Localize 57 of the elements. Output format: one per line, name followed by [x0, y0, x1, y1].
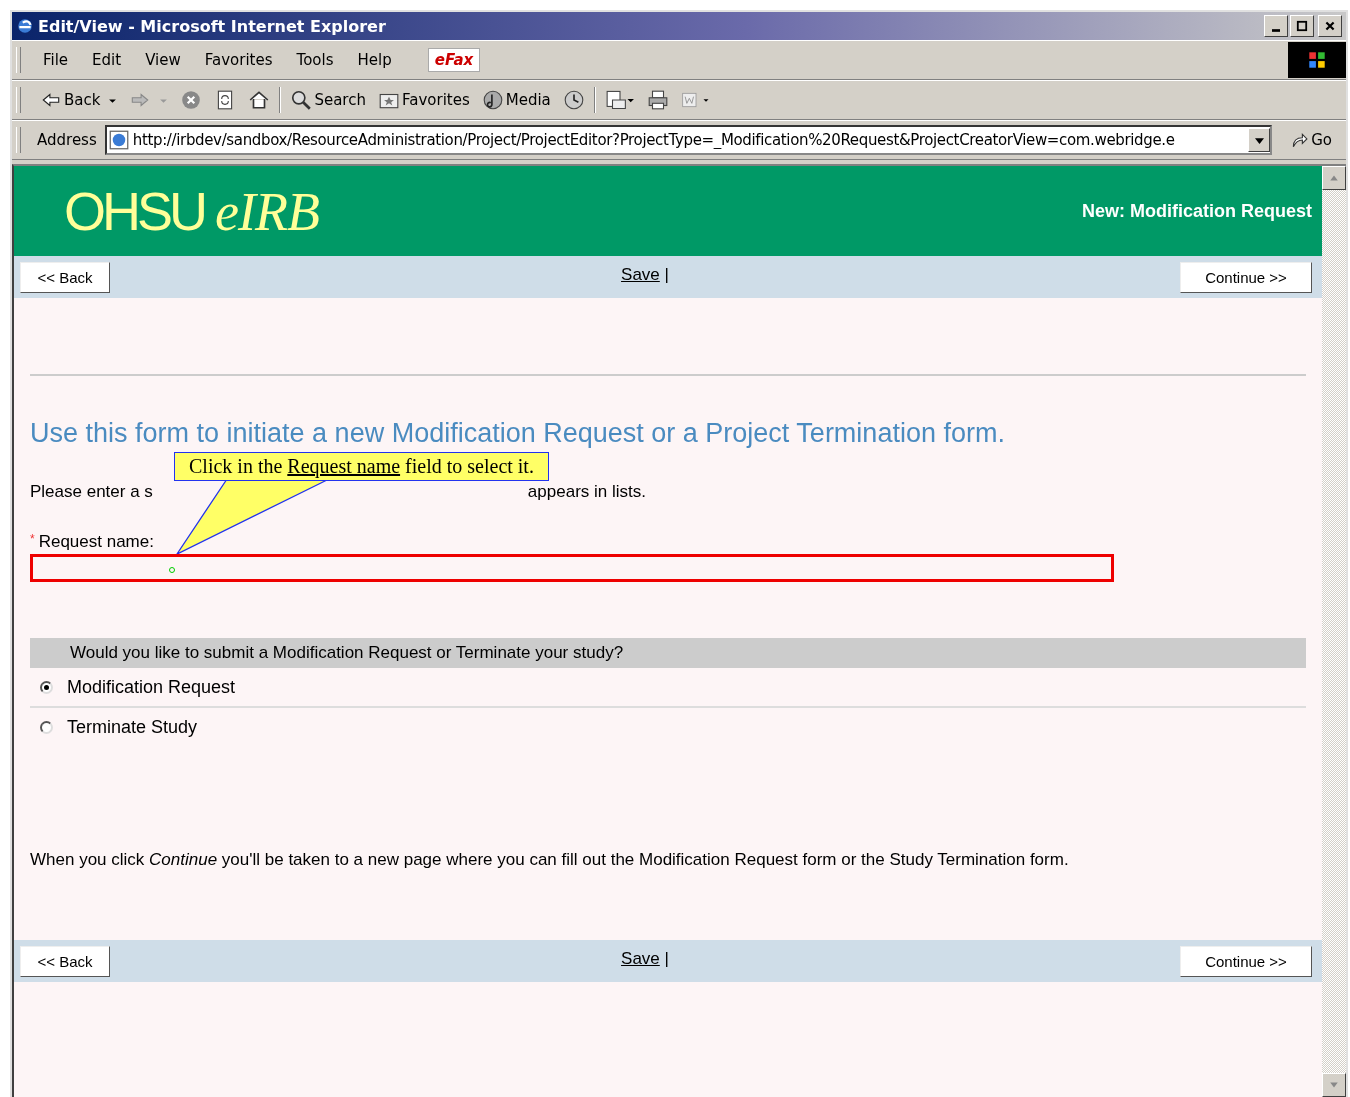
back-button[interactable]: << Back — [20, 945, 110, 977]
back-button[interactable]: << Back — [20, 261, 110, 293]
instruction-text: When you click Continue you'll be taken to a new page where you can fill out the Modification Request form or the Study Termination form. — [30, 850, 1070, 870]
page-title: New: Modification Request — [1082, 200, 1312, 222]
menu-item[interactable]: Edit — [80, 51, 134, 69]
address-label: Address — [37, 131, 97, 149]
stop-icon — [180, 89, 203, 111]
clock-icon — [562, 89, 585, 111]
minimize-button[interactable] — [1264, 15, 1288, 37]
caret-icon — [1254, 135, 1264, 145]
menu-item[interactable]: View — [133, 51, 193, 69]
help-text: appears in lists. — [527, 482, 646, 502]
address-field[interactable]: http://irbdev/sandbox/ResourceAdministration/Project/ProjectEditor?ProjectType=_Modification%20Request&ProjectCreatorView=com.webridge.e — [104, 125, 1273, 155]
search-button[interactable]: Search — [287, 89, 369, 111]
menu-item[interactable]: Help — [345, 51, 404, 69]
separator: | — [664, 949, 669, 968]
continue-button[interactable]: Continue >> — [1180, 945, 1312, 977]
music-icon — [481, 89, 504, 111]
menu-item[interactable]: Tools — [284, 51, 346, 69]
option-label: Terminate Study — [67, 716, 198, 738]
required-marker: * — [30, 532, 35, 546]
maximize-icon — [1296, 20, 1308, 32]
tooltip: Click in the Request name field to select it. — [174, 452, 549, 481]
mail-icon — [604, 89, 635, 111]
printer-icon — [646, 89, 669, 111]
search-icon — [290, 89, 313, 111]
efax-button[interactable]: eFax — [427, 48, 481, 72]
browser-icon — [16, 17, 34, 35]
save-link[interactable]: Save — [621, 265, 660, 284]
save-link[interactable]: Save — [621, 949, 660, 968]
go-arrow-icon — [1290, 131, 1309, 149]
request-name-field[interactable] — [30, 554, 1114, 582]
window-title: Edit/View - Microsoft Internet Explorer — [38, 16, 387, 36]
go-button[interactable]: Go — [1278, 131, 1346, 149]
menu-item[interactable]: File — [31, 51, 81, 69]
favorites-button[interactable]: Favorites — [374, 89, 473, 111]
close-icon — [1324, 20, 1336, 32]
back-button[interactable]: Back — [37, 89, 121, 111]
question-text: Would you like to submit a Modification Request or Terminate your study? — [70, 643, 624, 663]
separator: | — [664, 265, 669, 284]
field-label: Request name: — [38, 532, 154, 552]
dropdown-button[interactable] — [1248, 128, 1271, 152]
close-button[interactable] — [1318, 15, 1342, 37]
form-heading: Use this form to initiate a new Modification Request or a Project Termination form. — [30, 418, 1006, 449]
windows-logo — [1288, 42, 1346, 78]
home-icon — [248, 89, 271, 111]
maximize-button[interactable] — [1290, 15, 1314, 37]
option-label: Modification Request — [67, 676, 236, 698]
site-logo: OHSU eIRB — [64, 179, 319, 243]
help-text: Please enter a s — [30, 482, 153, 502]
media-button[interactable]: Media — [478, 89, 554, 111]
radio-button[interactable] — [40, 680, 53, 694]
menu-item[interactable]: Favorites — [192, 51, 285, 69]
minimize-icon — [1272, 28, 1280, 32]
continue-button[interactable]: Continue >> — [1180, 261, 1312, 293]
page-icon — [108, 130, 129, 150]
radio-button[interactable] — [40, 720, 53, 734]
